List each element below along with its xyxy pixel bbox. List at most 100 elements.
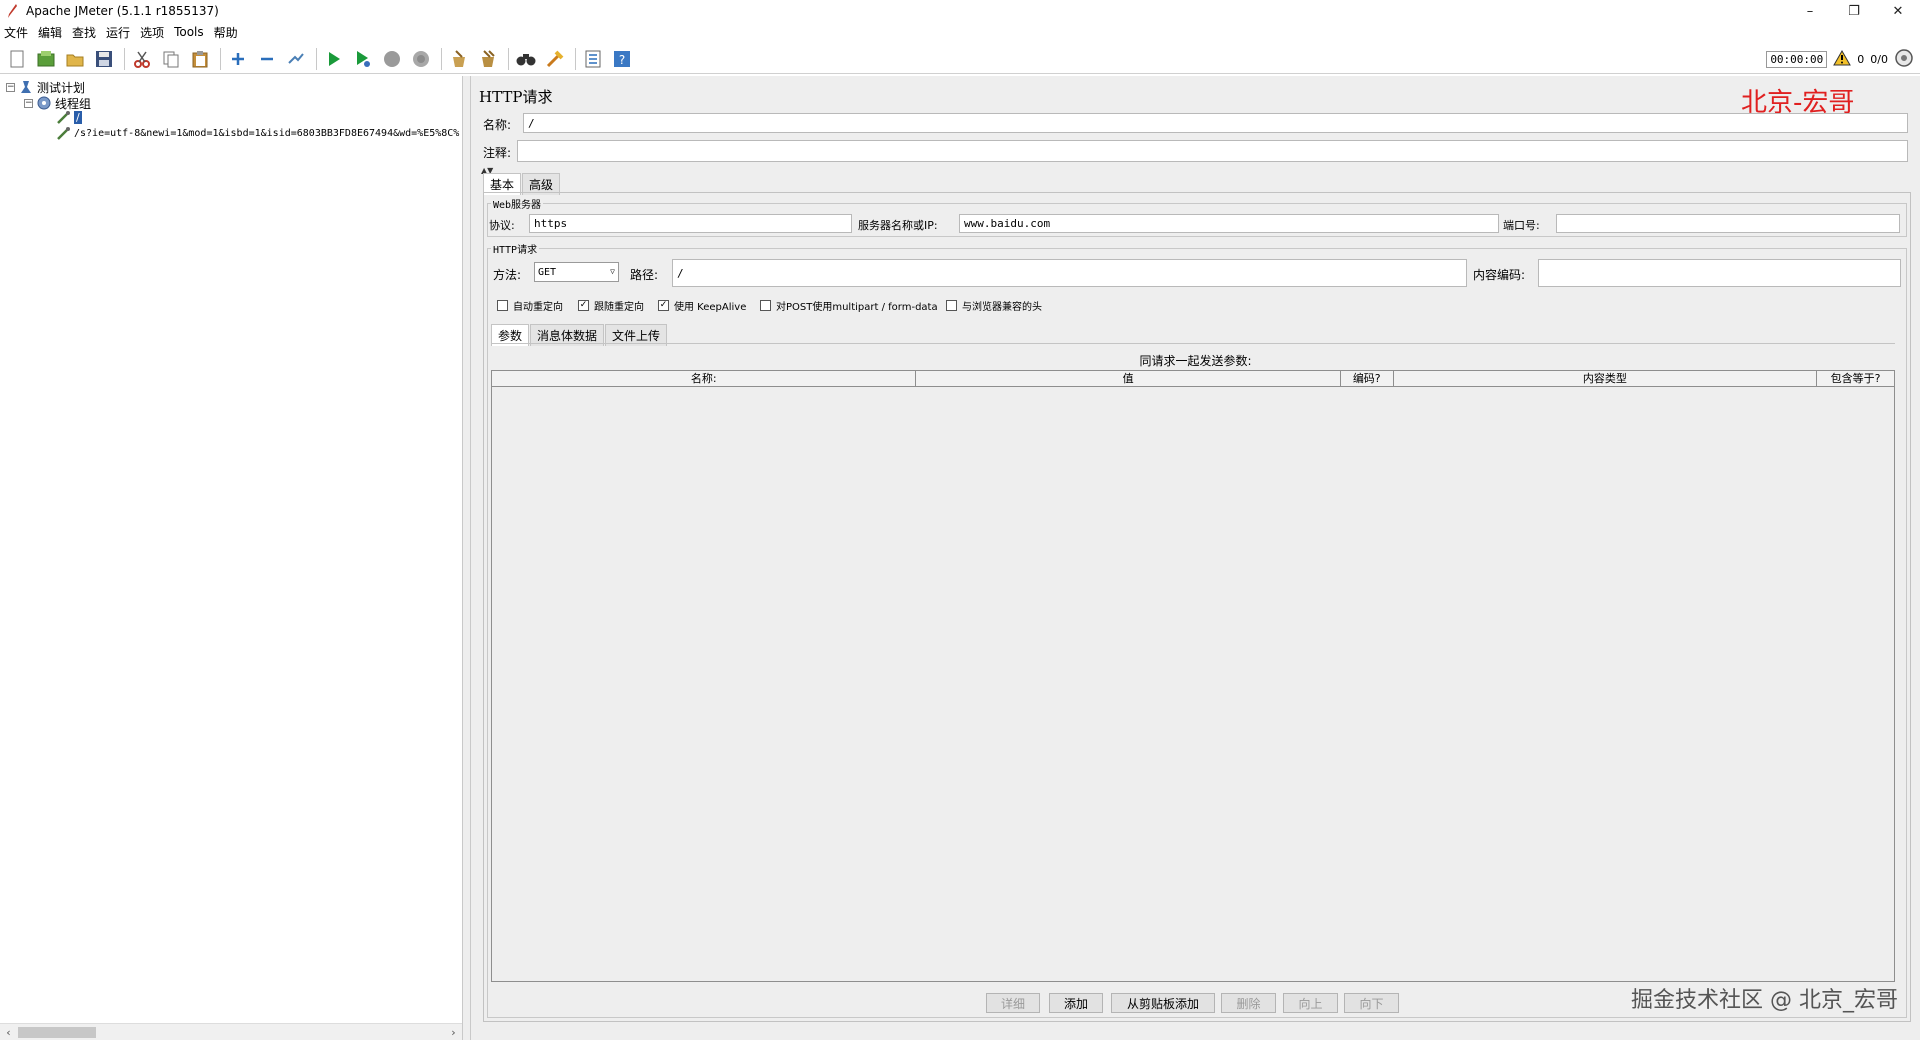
status-area: 00:00:00 0 0/0: [1766, 47, 1914, 71]
comment-field[interactable]: [517, 140, 1908, 162]
toggle-icon[interactable]: [283, 46, 309, 72]
menu-edit[interactable]: 编辑: [38, 24, 62, 41]
jmeter-window: Apache JMeter (5.1.1 r1855137) – ❐ ✕ 文件 …: [0, 0, 1920, 1040]
shutdown-icon[interactable]: [408, 46, 434, 72]
column-header-include-equals[interactable]: 包含等于?: [1817, 371, 1894, 387]
clear-icon[interactable]: [446, 46, 472, 72]
restore-button[interactable]: ❐: [1832, 0, 1876, 22]
tree-label-selected: /: [74, 110, 82, 124]
method-select[interactable]: GET ▽: [534, 262, 619, 282]
menu-run[interactable]: 运行: [106, 24, 130, 41]
horizontal-scrollbar[interactable]: ‹ ›: [0, 1023, 462, 1040]
checkbox-browser-headers[interactable]: 与浏览器兼容的头: [946, 298, 1042, 313]
tree-node-sampler[interactable]: /s?ie=utf-8&newi=1&mod=1&isbd=1&isid=680…: [56, 125, 459, 141]
tree-node-test-plan[interactable]: − 测试计划: [6, 79, 85, 95]
checkbox-box-checked[interactable]: ✓: [578, 300, 589, 311]
scroll-right-arrow-icon[interactable]: ›: [445, 1024, 462, 1040]
menu-search[interactable]: 查找: [72, 24, 96, 41]
help-icon[interactable]: ?: [609, 46, 635, 72]
title-bar: Apache JMeter (5.1.1 r1855137) – ❐ ✕: [0, 0, 1920, 22]
port-label: 端口号:: [1503, 219, 1540, 232]
chevron-down-icon: ▽: [610, 267, 615, 276]
menu-help[interactable]: 帮助: [214, 24, 238, 41]
checkbox-box[interactable]: [760, 300, 771, 311]
thread-group-gear-icon: [37, 96, 51, 110]
collapse-all-icon[interactable]: [254, 46, 280, 72]
paste-icon[interactable]: [187, 46, 213, 72]
window-title: Apache JMeter (5.1.1 r1855137): [26, 4, 219, 18]
checkbox-keepalive[interactable]: ✓ 使用 KeepAlive: [658, 298, 746, 313]
toolbar-separator: [316, 47, 317, 70]
column-header-name[interactable]: 名称:: [492, 371, 917, 387]
path-field[interactable]: /: [672, 259, 1467, 287]
search-icon[interactable]: [513, 46, 539, 72]
checkbox-box[interactable]: [497, 300, 508, 311]
add-from-clipboard-button[interactable]: 从剪贴板添加: [1111, 993, 1215, 1013]
reset-search-icon[interactable]: [542, 46, 568, 72]
checkbox-box-checked[interactable]: ✓: [658, 300, 669, 311]
toolbar-separator: [441, 47, 442, 70]
checkbox-label: 对POST使用multipart / form-data: [776, 302, 938, 313]
scroll-left-arrow-icon[interactable]: ‹: [0, 1024, 17, 1040]
checkbox-label: 使用 KeepAlive: [674, 302, 747, 313]
parameters-table[interactable]: 名称: 值 编码? 内容类型 包含等于?: [491, 370, 1895, 982]
svg-text:?: ?: [619, 53, 625, 67]
encoding-field[interactable]: [1538, 259, 1901, 287]
pipette-icon: [56, 126, 70, 140]
menu-file[interactable]: 文件: [4, 24, 28, 41]
new-icon[interactable]: [4, 46, 30, 72]
menu-options[interactable]: 选项: [140, 24, 164, 41]
tree-label: /s?ie=utf-8&newi=1&mod=1&isbd=1&isid=680…: [74, 127, 460, 139]
open-icon[interactable]: [62, 46, 88, 72]
start-icon[interactable]: [321, 46, 347, 72]
checkbox-follow-redirects[interactable]: ✓ 跟随重定向: [578, 298, 644, 313]
comment-label: 注释:: [483, 146, 512, 160]
column-header-encode[interactable]: 编码?: [1340, 371, 1394, 387]
path-label: 路径:: [630, 268, 659, 282]
stop-icon[interactable]: [379, 46, 405, 72]
toolbar-separator: [575, 47, 576, 70]
menu-tools[interactable]: Tools: [174, 25, 204, 39]
column-header-value[interactable]: 值: [916, 371, 1341, 387]
tab-underline: [491, 343, 1895, 344]
clear-all-icon[interactable]: [475, 46, 501, 72]
function-helper-icon[interactable]: [580, 46, 606, 72]
name-field[interactable]: /: [523, 113, 1908, 133]
cut-icon[interactable]: [129, 46, 155, 72]
templates-icon[interactable]: [33, 46, 59, 72]
method-value: GET: [538, 266, 557, 278]
checkbox-box[interactable]: [946, 300, 957, 311]
collapse-toggle[interactable]: −: [24, 98, 33, 108]
move-down-button[interactable]: 向下: [1344, 993, 1399, 1013]
warning-icon[interactable]: [1833, 49, 1852, 69]
expand-all-icon[interactable]: [225, 46, 251, 72]
delete-button[interactable]: 删除: [1221, 993, 1276, 1013]
checkbox-auto-redirect[interactable]: 自动重定向: [497, 298, 563, 313]
test-plan-tree: − 测试计划 − 线程组 / /s?ie=utf-8&newi=1&mod=1&…: [0, 76, 463, 1040]
port-field[interactable]: [1556, 214, 1900, 233]
warning-count: 0: [1857, 52, 1865, 66]
column-header-content-type[interactable]: 内容类型: [1393, 371, 1818, 387]
panel-title: HTTP请求: [479, 88, 553, 106]
server-field[interactable]: www.baidu.com: [959, 214, 1499, 233]
jmeter-feather-icon: [4, 3, 20, 19]
copy-icon[interactable]: [158, 46, 184, 72]
panel-splitter[interactable]: [463, 76, 471, 1040]
move-up-button[interactable]: 向上: [1283, 993, 1338, 1013]
params-caption: 同请求一起发送参数:: [1139, 354, 1252, 368]
minimize-button[interactable]: –: [1788, 0, 1832, 22]
scroll-thumb[interactable]: [18, 1027, 96, 1038]
tree-label: 测试计划: [37, 80, 86, 95]
checkbox-label: 跟随重定向: [594, 302, 644, 313]
start-no-pauses-icon[interactable]: [350, 46, 376, 72]
detail-button[interactable]: 详细: [986, 993, 1040, 1013]
menu-bar: 文件 编辑 查找 运行 选项 Tools 帮助: [0, 22, 1920, 42]
encoding-label: 内容编码:: [1473, 268, 1526, 282]
close-button[interactable]: ✕: [1876, 0, 1920, 22]
checkbox-multipart[interactable]: 对POST使用multipart / form-data: [760, 298, 938, 313]
save-icon[interactable]: [91, 46, 117, 72]
protocol-field[interactable]: https: [529, 214, 852, 233]
collapse-toggle[interactable]: −: [6, 82, 15, 92]
add-button[interactable]: 添加: [1049, 993, 1103, 1013]
tree-node-sampler[interactable]: /: [56, 109, 82, 125]
